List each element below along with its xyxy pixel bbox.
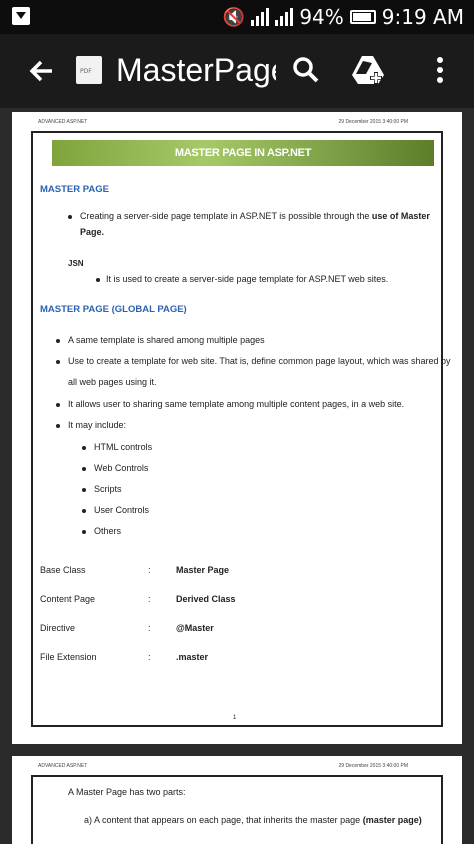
table-label: Directive xyxy=(40,623,76,633)
table-value: Derived Class xyxy=(176,594,236,604)
section-heading: MASTER PAGE xyxy=(40,184,109,195)
status-right: 🔇 94% 9:19 AM xyxy=(223,4,464,30)
search-icon[interactable] xyxy=(288,52,324,88)
page-header: ADVANCED ASP.NET 29 December 2015 3:40:0… xyxy=(38,763,408,773)
page-number: 1 xyxy=(233,715,237,721)
file-badge: PDF xyxy=(80,68,92,75)
intro-bold: use of Master xyxy=(371,211,430,221)
list-item: It may include: xyxy=(68,420,127,430)
pdf-page-2: ADVANCED ASP.NET 29 December 2015 3:40:0… xyxy=(12,756,462,844)
include-item: Scripts xyxy=(94,484,122,494)
status-bar: 🔇 94% 9:19 AM xyxy=(0,0,474,34)
header-right: 29 December 2015 3:40:00 PM xyxy=(338,119,409,125)
header-left: ADVANCED ASP.NET xyxy=(38,763,88,769)
table-sep: : xyxy=(148,594,151,604)
table-sep: : xyxy=(148,652,151,662)
bullet xyxy=(82,509,86,513)
include-item: HTML controls xyxy=(94,442,153,452)
bullet xyxy=(82,530,86,534)
bullet xyxy=(82,488,86,492)
section-heading: MASTER PAGE (GLOBAL PAGE) xyxy=(40,304,187,315)
page2-text: a) A content that appears on each page, … xyxy=(84,815,361,825)
page2-bold: (master page) xyxy=(362,815,422,825)
table-label: File Extension xyxy=(40,652,97,662)
bullet xyxy=(82,446,86,450)
pdf-page-1: ADVANCED ASP.NET 29 December 2015 3:40:0… xyxy=(12,112,462,744)
pdf-viewer[interactable]: ADVANCED ASP.NET 29 December 2015 3:40:0… xyxy=(0,108,474,844)
list-item: Use to create a template for web site. T… xyxy=(68,356,451,366)
back-arrow-icon[interactable] xyxy=(26,56,56,86)
notification-icon xyxy=(12,7,30,25)
header-right: 29 December 2015 3:40:00 PM xyxy=(338,763,409,769)
signal-icon-2 xyxy=(275,8,294,26)
signal-icon xyxy=(251,8,270,26)
list-item: It allows user to sharing same template … xyxy=(68,399,405,409)
table-label: Base Class xyxy=(40,565,86,575)
page2-line: A Master Page has two parts: xyxy=(68,787,186,797)
bullet xyxy=(56,360,60,364)
abbr-text: It is used to create a server-side page … xyxy=(106,274,389,284)
bullet xyxy=(56,403,60,407)
battery-icon xyxy=(349,10,376,24)
drive-add-icon[interactable] xyxy=(350,52,386,88)
include-item: Web Controls xyxy=(94,463,149,473)
include-item: Others xyxy=(94,526,122,536)
clock: 9:19 AM xyxy=(381,5,464,29)
battery-percent: 94% xyxy=(299,5,344,29)
intro-text: Creating a server-side page template in … xyxy=(80,211,370,221)
list-item: A same template is shared among multiple… xyxy=(68,335,265,345)
table-sep: : xyxy=(148,623,151,633)
intro-line-2: Page. xyxy=(80,227,105,237)
bullet xyxy=(56,339,60,343)
table-sep: : xyxy=(148,565,151,575)
bullet xyxy=(96,278,100,282)
list-item-cont: all web pages using it. xyxy=(68,377,157,387)
bullet xyxy=(68,215,72,219)
page-header: ADVANCED ASP.NET 29 December 2015 3:40:0… xyxy=(38,119,408,129)
header-left: ADVANCED ASP.NET xyxy=(38,119,88,125)
more-vert-icon[interactable] xyxy=(422,52,458,88)
pdf-file-icon: PDF xyxy=(76,56,102,84)
abbr-label: JSN xyxy=(68,259,84,268)
bullet xyxy=(82,467,86,471)
bullet xyxy=(56,424,60,428)
include-item: User Controls xyxy=(94,505,150,515)
page-banner: MASTER PAGE IN ASP.NET xyxy=(52,140,434,166)
table-value: .master xyxy=(176,652,209,662)
page2-line: a) A content that appears on each page, … xyxy=(84,814,422,826)
app-bar: PDF MasterPage xyxy=(0,34,474,108)
mute-icon: 🔇 xyxy=(222,6,246,28)
document-title: MasterPage xyxy=(116,52,276,88)
list-item: Creating a server-side page template in … xyxy=(80,210,430,222)
table-value: @Master xyxy=(176,623,214,633)
table-label: Content Page xyxy=(40,594,96,604)
table-value: Master Page xyxy=(176,565,230,575)
